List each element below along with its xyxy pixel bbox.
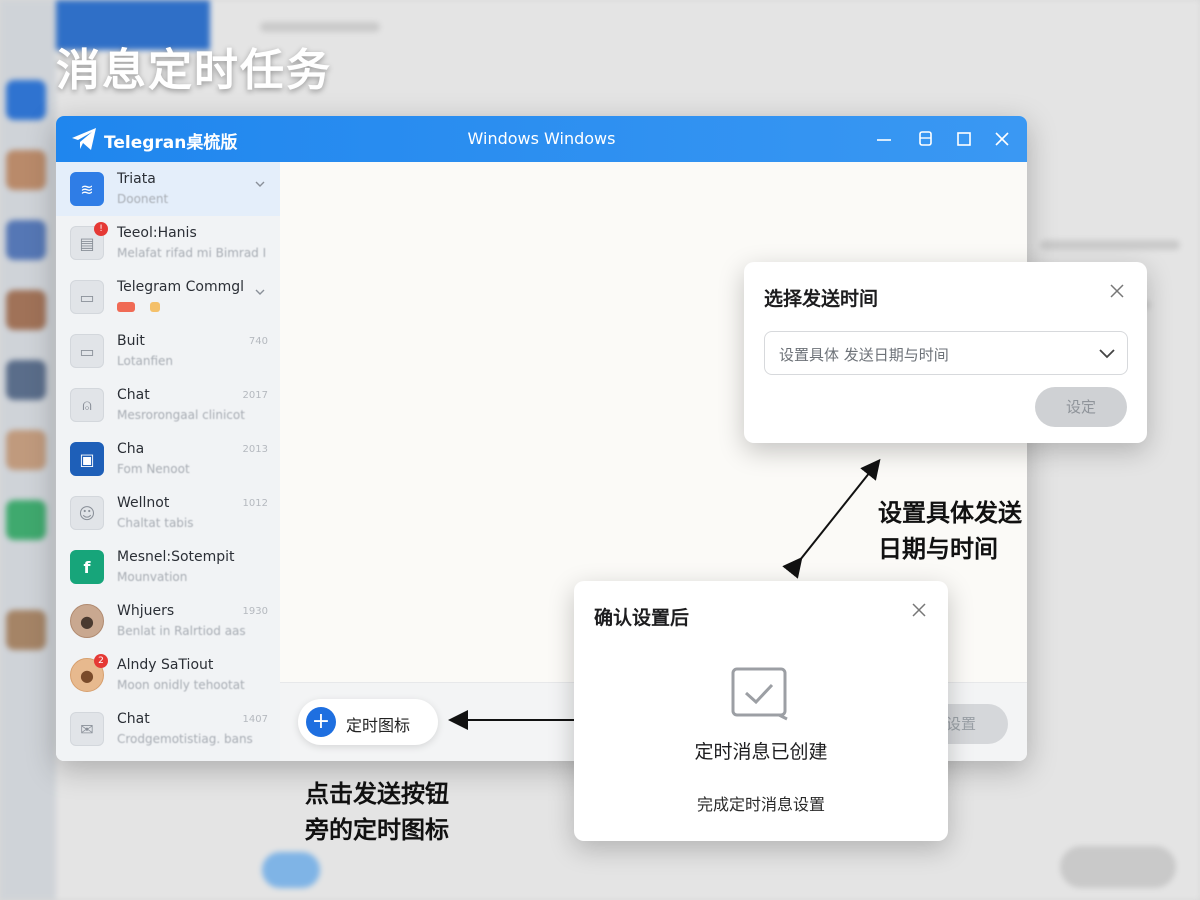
background-button (1060, 846, 1176, 888)
chat-item[interactable]: ● Whjuers Benlat in Ralrtiod aas 1930 (56, 594, 280, 648)
chevron-down-icon (1099, 349, 1115, 359)
chat-name: Chat (117, 387, 150, 403)
close-icon[interactable] (1108, 282, 1126, 300)
chat-preview: Moon onidly tehootat (117, 678, 245, 692)
chat-time: 1930 (242, 606, 268, 617)
background-rail (0, 0, 56, 900)
unread-badge: ! (94, 222, 108, 236)
chat-time: 1407 (242, 714, 268, 725)
background-line (260, 22, 380, 32)
confirm-message: 定时消息已创建 (694, 741, 828, 763)
close-icon[interactable] (910, 601, 928, 619)
background-block (6, 150, 46, 190)
chat-avatar: ⍝ (70, 388, 104, 422)
schedule-label: 定时图标 (346, 716, 411, 735)
chat-item[interactable]: ● 2 Alndy SaTiout Moon onidly tehootat (56, 648, 280, 702)
chat-avatar: ▭ (70, 334, 104, 368)
chat-item[interactable]: f Mesnel:Sotempit Mounvation (56, 540, 280, 594)
tag-badge (117, 302, 135, 312)
chat-preview: Melafat rifad mi Bimrad I (117, 246, 267, 260)
chevron-down-icon[interactable] (254, 286, 266, 298)
minimize-icon[interactable] (871, 126, 897, 152)
chat-avatar: ▣ (70, 442, 104, 476)
chat-avatar: ● (70, 604, 104, 638)
maximize-icon[interactable] (951, 126, 977, 152)
background-line (1040, 240, 1180, 250)
chevron-down-icon[interactable] (254, 178, 266, 190)
title-bar[interactable]: Telegran桌梳版 Windows Windows (56, 116, 1027, 162)
unread-badge: 2 (94, 654, 108, 668)
chat-time: 2013 (242, 444, 268, 455)
send-time-dialog: 选择发送时间 设置具体 发送日期与时间 设定 (744, 262, 1147, 443)
select-value: 设置具体 发送日期与时间 (779, 346, 949, 364)
dialog-title: 确认设置后 (594, 607, 690, 629)
annotation-line: 设置具体发送 (878, 499, 1022, 527)
background-block (6, 80, 46, 120)
confirm-dialog: 确认设置后 定时消息已创建 完成定时消息设置 (574, 581, 948, 841)
chat-name: Buit (117, 333, 145, 349)
chat-name: Triata (117, 171, 156, 187)
chat-name: Teeol:Hanis (117, 225, 197, 241)
background-block (6, 500, 46, 540)
close-icon[interactable] (989, 126, 1015, 152)
schedule-button[interactable]: + 定时图标 (298, 699, 438, 745)
annotation-line: 日期与时间 (878, 535, 998, 563)
chat-avatar: ✉ (70, 712, 104, 746)
chat-item[interactable]: ▭ Buit Lotanfien 740 (56, 324, 280, 378)
chat-preview: Mounvation (117, 570, 188, 584)
restore-icon[interactable] (912, 126, 938, 152)
chat-avatar: ▭ (70, 280, 104, 314)
chat-name: Whjuers (117, 603, 175, 619)
chat-name: Chat (117, 711, 150, 727)
chat-name: Wellnot (117, 495, 170, 511)
chat-item[interactable]: ≋ Triata Doonent (56, 162, 280, 216)
set-button[interactable]: 设定 (1035, 387, 1127, 427)
background-block (6, 220, 46, 260)
chat-name: Alndy SaTiout (117, 657, 214, 673)
chat-name: Cha (117, 441, 145, 457)
chat-preview: Lotanfien (117, 354, 174, 368)
check-icon (731, 667, 788, 721)
chat-preview: Mesrorongaal clinicot (117, 408, 245, 422)
chat-preview: Doonent (117, 192, 169, 206)
chat-name: Telegram Commgl (117, 279, 244, 295)
chat-name: Mesnel:Sotempit (117, 549, 235, 565)
chat-preview: Crodgemotistiag. bans (117, 732, 253, 746)
chat-list: ≋ Triata Doonent ▤ ! Teeol:Hanis Melafat… (56, 162, 280, 761)
chat-item[interactable]: ☺ Wellnot Chaltat tabis 1012 (56, 486, 280, 540)
chat-time: 740 (248, 336, 268, 347)
dialog-title: 选择发送时间 (764, 288, 879, 310)
chat-avatar: ☺ (70, 496, 104, 530)
confirm-subtext: 完成定时消息设置 (696, 795, 825, 814)
background-block (6, 290, 46, 330)
background-button (262, 852, 320, 888)
chat-avatar: f (70, 550, 104, 584)
plus-icon: + (306, 707, 336, 737)
chat-item[interactable]: ▭ Telegram Commgl (56, 270, 280, 324)
tag-badge (150, 302, 160, 312)
chat-item[interactable]: ✉ Chat Crodgemotistiag. bans 1407 (56, 702, 280, 756)
chat-item[interactable]: ⍝ Chat Mesrorongaal clinicot 2017 (56, 378, 280, 432)
background-block (6, 430, 46, 470)
annotation-time: 设置具体发送 日期与时间 (878, 495, 1022, 567)
datetime-select[interactable]: 设置具体 发送日期与时间 (764, 331, 1128, 375)
chat-avatar: ≋ (70, 172, 104, 206)
annotation-line: 旁的定时图标 (305, 816, 449, 844)
chat-preview: Chaltat tabis (117, 516, 194, 530)
chat-time: 1012 (242, 498, 268, 509)
annotation-line: 点击发送按钮 (305, 780, 449, 808)
background-block (6, 610, 46, 650)
chat-preview: Benlat in Ralrtiod aas (117, 624, 246, 638)
chat-item[interactable]: ▣ Cha Fom Nenoot 2013 (56, 432, 280, 486)
chat-preview: Fom Nenoot (117, 462, 190, 476)
chat-item[interactable]: ▤ ! Teeol:Hanis Melafat rifad mi Bimrad … (56, 216, 280, 270)
annotation-click: 点击发送按钮 旁的定时图标 (305, 776, 449, 848)
chat-time: 2017 (242, 390, 268, 401)
page-headline: 消息定时任务 (56, 45, 332, 96)
background-block (6, 360, 46, 400)
